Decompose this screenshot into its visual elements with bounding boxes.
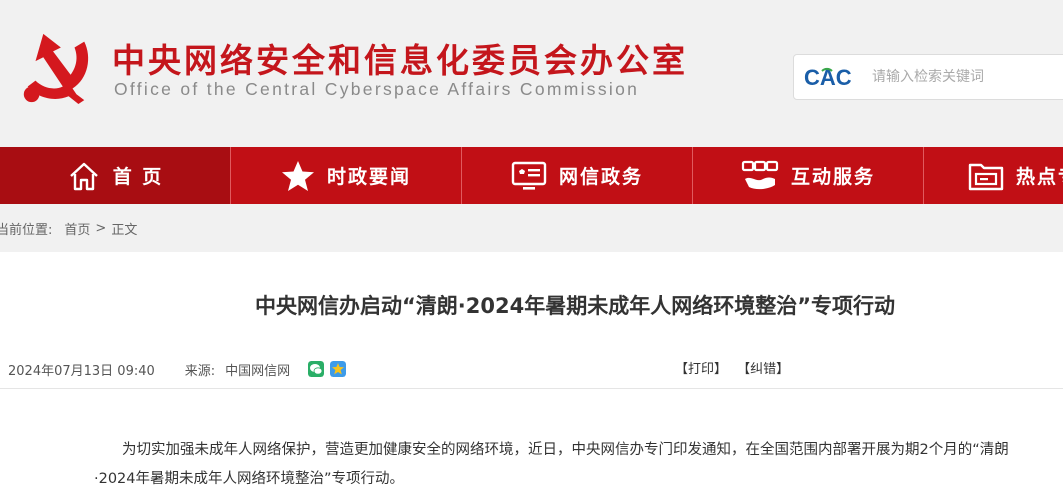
print-link[interactable]: 【打印】 [675,362,727,377]
breadcrumb-separator: > [95,220,107,236]
nav-label-topics: 热点专 [1016,166,1063,188]
breadcrumb-prefix: 当前位置: [0,222,53,238]
folder-icon [968,163,1004,190]
nav-label-interaction: 互动服务 [790,166,875,188]
error-report-link[interactable]: 【纠错】 [737,362,789,377]
nav-label-home: 首 页 [112,166,164,188]
org-name-cn[interactable]: 中央网络安全和信息化委员会办公室 [112,34,688,82]
handshake-icon [741,160,779,189]
article-meta: 2024年07月13日 09:40 来源: 中国网信网 [8,358,1048,380]
article-paragraph: 为切实加强未成年人网络保护，营造更加健康安全的网络环境，近日，中央网信办专门印发… [94,442,1009,487]
source-name: 中国网信网 [225,363,291,379]
source-label: 来源: [184,363,216,379]
cac-logo-icon[interactable]: CAC [802,63,858,91]
party-emblem-icon[interactable] [16,28,94,106]
main-nav: 首 页 时政要闻 网信政务 互动服务 热点专 [0,147,1063,204]
nav-item-topics[interactable]: 热点专 [924,147,1063,204]
nav-item-interaction[interactable]: 互动服务 [693,147,924,204]
nav-item-home[interactable]: 首 页 [0,147,231,204]
wechat-share-icon[interactable] [308,361,325,377]
nav-label-news: 时政要闻 [326,166,411,188]
nav-label-government: 网信政务 [558,166,643,188]
home-icon [69,162,98,190]
nav-item-government[interactable]: 网信政务 [462,147,693,204]
org-name-en: Office of the Central Cyberspace Affairs… [114,79,640,99]
meta-divider [0,388,1063,389]
article-date: 2024年07月13日 09:40 [8,363,155,379]
article-tools: 【打印】 【纠错】 [675,358,795,377]
qzone-share-icon[interactable] [330,361,347,377]
search-input[interactable] [872,55,1062,99]
nav-item-news[interactable]: 时政要闻 [231,147,462,204]
star-icon [281,160,314,191]
breadcrumb-home-link[interactable]: 首页 [64,219,90,238]
search-box: CAC [793,54,1063,100]
article-title: 中央网信办启动“清朗·2024年暑期未成年人网络环境整治”专项行动 [254,294,896,318]
breadcrumb-current: 正文 [111,222,138,238]
breadcrumb: 当前位置: 首页 > 正文 [0,204,1063,252]
monitor-icon [511,161,547,190]
site-header: 中央网络安全和信息化委员会办公室 Office of the Central C… [0,0,1063,147]
